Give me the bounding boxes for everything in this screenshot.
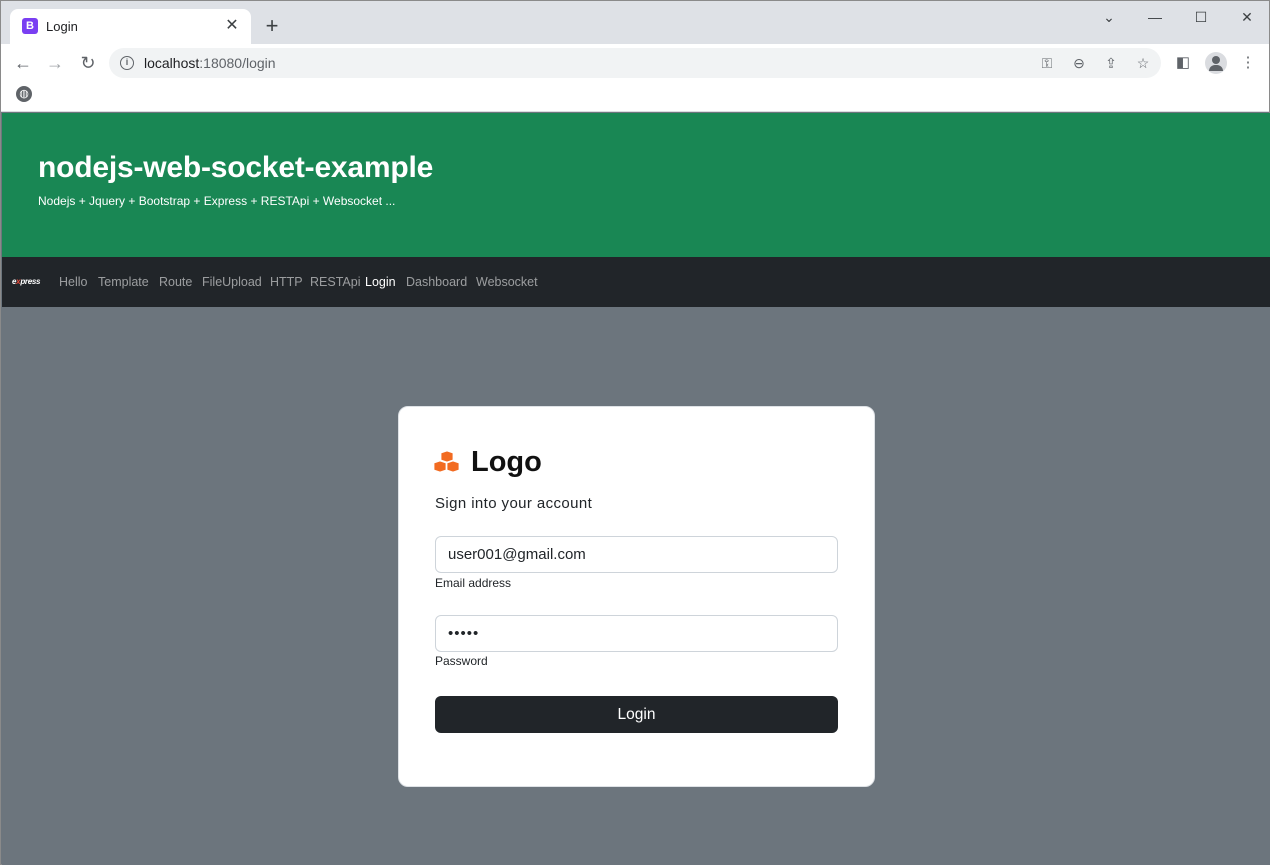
browser-toolbar: ← → ↻ i localhost:18080/login ⚿ ⊖ ⇪ ☆ ◧ … — [1, 44, 1269, 81]
brand-part: press — [20, 277, 41, 286]
nav-link-login[interactable]: Login — [365, 275, 396, 289]
browser-window: B Login ✕ + ⌄ — ☐ ✕ ← → ↻ i localhost:18… — [0, 0, 1270, 865]
url-host: localhost — [144, 55, 200, 71]
login-card: Logo Sign into your account user001@gmai… — [398, 406, 875, 787]
tab-title: Login — [46, 19, 78, 34]
password-field[interactable]: ••••• — [435, 615, 838, 652]
share-icon[interactable]: ⇪ — [1101, 53, 1121, 73]
logo-text: Logo — [471, 446, 542, 478]
login-button[interactable]: Login — [435, 696, 838, 733]
star-icon[interactable]: ☆ — [1133, 53, 1153, 73]
back-arrow-icon[interactable]: ← — [10, 50, 36, 76]
info-icon[interactable]: i — [120, 56, 134, 70]
zoom-out-icon[interactable]: ⊖ — [1069, 53, 1089, 73]
bootstrap-favicon-icon: B — [22, 18, 38, 34]
signin-subtitle: Sign into your account — [435, 495, 593, 512]
main-navbar: express Hello Template Route FileUpload … — [2, 257, 1270, 307]
side-panel-icon[interactable]: ◧ — [1172, 52, 1194, 74]
nav-link-http[interactable]: HTTP — [270, 275, 303, 289]
bookmarks-bar: ◍ — [1, 81, 1269, 112]
key-icon[interactable]: ⚿ — [1037, 53, 1057, 73]
password-label: Password — [435, 654, 488, 668]
browser-tab[interactable]: B Login ✕ — [10, 9, 251, 44]
minimize-icon[interactable]: — — [1140, 7, 1170, 27]
hero-banner: nodejs-web-socket-example Nodejs + Jquer… — [2, 113, 1270, 257]
page-subtitle: Nodejs + Jquery + Bootstrap + Express + … — [38, 194, 396, 208]
kebab-menu-icon[interactable]: ⋮ — [1237, 52, 1259, 74]
reload-icon[interactable]: ↻ — [75, 50, 101, 76]
window-close-icon[interactable]: ✕ — [1232, 7, 1262, 27]
globe-icon[interactable]: ◍ — [16, 86, 32, 102]
close-icon[interactable]: ✕ — [223, 17, 241, 35]
forward-arrow-icon[interactable]: → — [42, 50, 68, 76]
url-path: :18080/login — [199, 55, 276, 71]
profile-icon[interactable] — [1205, 52, 1227, 74]
nav-link-websocket[interactable]: Websocket — [476, 275, 538, 289]
nav-link-template[interactable]: Template — [98, 275, 149, 289]
nav-link-dashboard[interactable]: Dashboard — [406, 275, 467, 289]
chevron-down-icon[interactable]: ⌄ — [1094, 7, 1124, 27]
email-field[interactable]: user001@gmail.com — [435, 536, 838, 573]
nav-link-hello[interactable]: Hello — [59, 275, 88, 289]
cubes-logo-icon — [434, 451, 460, 473]
url-text[interactable]: localhost:18080/login — [144, 55, 276, 71]
nav-link-restapi[interactable]: RESTApi — [310, 275, 360, 289]
maximize-icon[interactable]: ☐ — [1186, 7, 1216, 27]
title-bar: B Login ✕ + ⌄ — ☐ ✕ — [1, 1, 1269, 44]
nav-link-route[interactable]: Route — [159, 275, 192, 289]
plus-icon[interactable]: + — [261, 15, 283, 37]
nav-link-fileupload[interactable]: FileUpload — [202, 275, 262, 289]
web-page: nodejs-web-socket-example Nodejs + Jquer… — [2, 113, 1270, 865]
page-title: nodejs-web-socket-example — [38, 151, 434, 184]
email-label: Email address — [435, 576, 512, 590]
address-bar[interactable]: i localhost:18080/login ⚿ ⊖ ⇪ ☆ — [109, 48, 1161, 78]
express-logo[interactable]: express — [12, 277, 40, 286]
